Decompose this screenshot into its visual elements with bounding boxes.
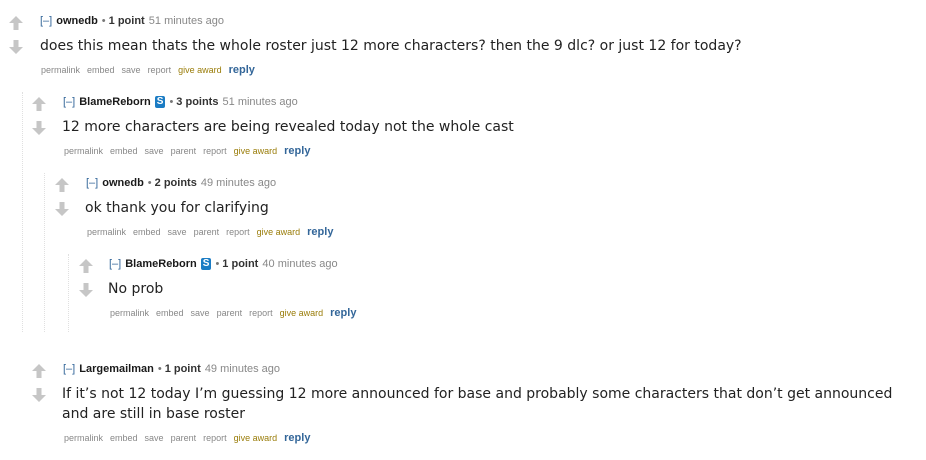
save-link[interactable]: save xyxy=(145,146,164,156)
score: 1 point xyxy=(108,15,145,27)
comment-actions: permalink embed save parent report give award… xyxy=(110,307,363,319)
comment-body: ok thank you for clarifying xyxy=(85,200,269,216)
report-link[interactable]: report xyxy=(249,308,273,318)
embed-link[interactable]: embed xyxy=(156,308,184,318)
save-link[interactable]: save xyxy=(168,227,187,237)
permalink-link[interactable]: permalink xyxy=(110,308,149,318)
reply-link[interactable]: reply xyxy=(284,145,310,157)
author-link[interactable]: BlameReborn xyxy=(125,258,197,270)
timestamp: 49 minutes ago xyxy=(200,177,277,189)
parent-link[interactable]: parent xyxy=(171,433,197,443)
comment-actions: permalink embed save report give award reply xyxy=(41,64,262,76)
reply-link[interactable]: reply xyxy=(229,64,255,76)
comment-tagline: [–] BlameReborn S • 1 point 40 minutes ago xyxy=(109,257,338,271)
comment-actions: permalink embed save parent report give award… xyxy=(87,226,340,238)
parent-link[interactable]: parent xyxy=(171,146,197,156)
reply-link[interactable]: reply xyxy=(284,432,310,444)
give-award-link[interactable]: give award xyxy=(280,308,324,318)
comment-tagline: [–] ownedb • 2 points 49 minutes ago xyxy=(86,176,276,190)
embed-link[interactable]: embed xyxy=(110,433,138,443)
collapse-toggle[interactable]: [–] xyxy=(109,258,121,270)
downvote-arrow-icon[interactable] xyxy=(31,387,47,403)
timestamp: 51 minutes ago xyxy=(222,96,298,108)
give-award-link[interactable]: give award xyxy=(234,146,278,156)
flair-badge: S xyxy=(154,96,166,108)
reply-link[interactable]: reply xyxy=(330,307,356,319)
score: 3 points xyxy=(176,96,219,108)
thread-line xyxy=(22,92,23,332)
separator-dot: • xyxy=(157,363,162,375)
author-link[interactable]: ownedb xyxy=(102,177,144,189)
upvote-arrow-icon[interactable] xyxy=(8,15,24,31)
timestamp: 40 minutes ago xyxy=(262,258,338,270)
author-link[interactable]: ownedb xyxy=(56,15,98,27)
separator-dot: • xyxy=(215,258,220,270)
give-award-link[interactable]: give award xyxy=(234,433,278,443)
downvote-arrow-icon[interactable] xyxy=(8,39,24,55)
comment-body: If it’s not 12 today I’m guessing 12 mor… xyxy=(62,386,893,422)
separator-dot: • xyxy=(101,15,106,27)
give-award-link[interactable]: give award xyxy=(257,227,301,237)
collapse-toggle[interactable]: [–] xyxy=(63,363,75,375)
comment-body: No prob xyxy=(108,281,164,297)
upvote-arrow-icon[interactable] xyxy=(54,177,70,193)
upvote-arrow-icon[interactable] xyxy=(31,96,47,112)
collapse-toggle[interactable]: [–] xyxy=(63,96,75,108)
downvote-arrow-icon[interactable] xyxy=(31,120,47,136)
upvote-arrow-icon[interactable] xyxy=(78,258,94,274)
downvote-arrow-icon[interactable] xyxy=(54,201,70,217)
save-link[interactable]: save xyxy=(191,308,210,318)
score: 1 point xyxy=(222,258,259,270)
thread-line xyxy=(68,254,69,332)
thread-line xyxy=(44,173,45,332)
report-link[interactable]: report xyxy=(226,227,250,237)
give-award-link[interactable]: give award xyxy=(178,65,222,75)
timestamp: 51 minutes ago xyxy=(148,15,224,27)
embed-link[interactable]: embed xyxy=(87,65,115,75)
report-link[interactable]: report xyxy=(203,146,227,156)
timestamp: 49 minutes ago xyxy=(204,363,281,375)
downvote-arrow-icon[interactable] xyxy=(78,282,94,298)
comment-tagline: [–] ownedb • 1 point 51 minutes ago xyxy=(40,14,224,28)
comment-actions: permalink embed save parent report give award… xyxy=(64,145,317,157)
reply-link[interactable]: reply xyxy=(307,226,333,238)
report-link[interactable]: report xyxy=(148,65,172,75)
parent-link[interactable]: parent xyxy=(217,308,243,318)
author-link[interactable]: Largemailman xyxy=(79,363,154,375)
comment-tagline: [–] BlameReborn S • 3 points 51 minutes ago xyxy=(63,95,298,109)
save-link[interactable]: save xyxy=(122,65,141,75)
score: 1 point xyxy=(164,363,201,375)
embed-link[interactable]: embed xyxy=(133,227,161,237)
permalink-link[interactable]: permalink xyxy=(87,227,126,237)
upvote-arrow-icon[interactable] xyxy=(31,363,47,379)
comment-body: 12 more characters are being revealed to… xyxy=(62,119,514,135)
author-link[interactable]: BlameReborn xyxy=(79,96,151,108)
separator-dot: • xyxy=(147,177,152,189)
score: 2 points xyxy=(154,177,197,189)
collapse-toggle[interactable]: [–] xyxy=(40,15,52,27)
save-link[interactable]: save xyxy=(145,433,164,443)
permalink-link[interactable]: permalink xyxy=(64,146,103,156)
embed-link[interactable]: embed xyxy=(110,146,138,156)
permalink-link[interactable]: permalink xyxy=(64,433,103,443)
collapse-toggle[interactable]: [–] xyxy=(86,177,98,189)
comment-actions: permalink embed save parent report give award… xyxy=(64,432,317,444)
flair-badge: S xyxy=(200,258,212,270)
report-link[interactable]: report xyxy=(203,433,227,443)
comment-tagline: [–] Largemailman • 1 point 49 minutes ago xyxy=(63,362,280,376)
parent-link[interactable]: parent xyxy=(194,227,220,237)
comment-body: does this mean thats the whole roster ju… xyxy=(40,38,742,54)
separator-dot: • xyxy=(169,96,174,108)
permalink-link[interactable]: permalink xyxy=(41,65,80,75)
